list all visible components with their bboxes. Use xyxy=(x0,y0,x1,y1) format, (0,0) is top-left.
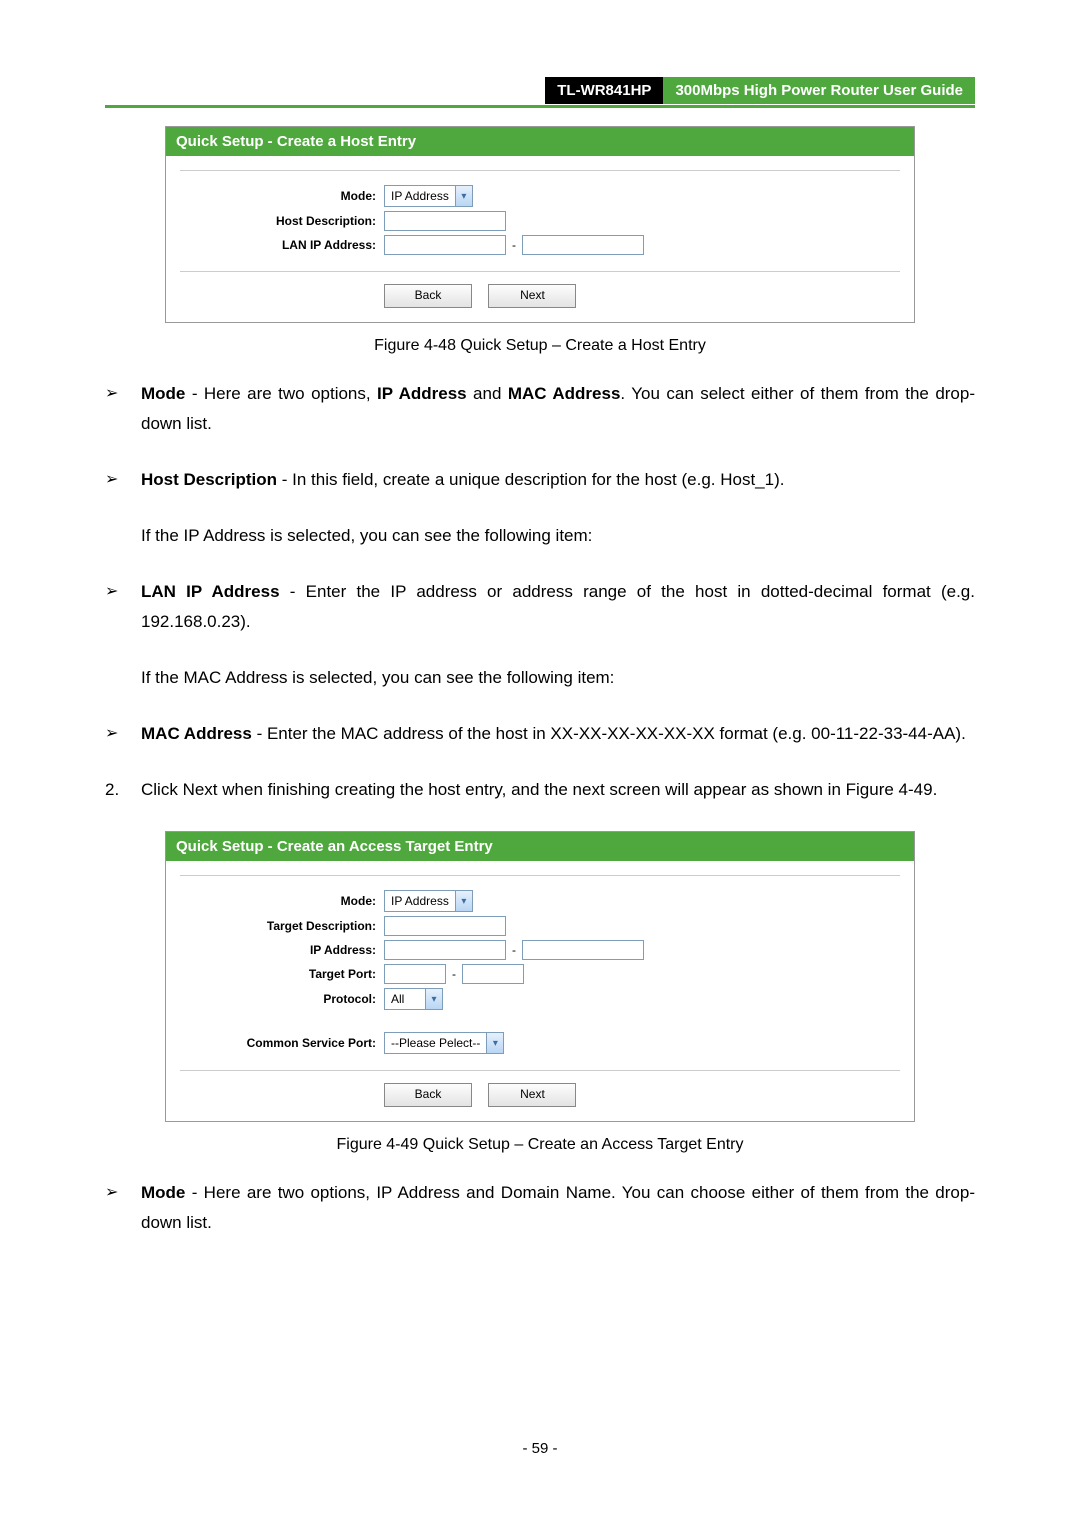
range-dash: - xyxy=(510,943,518,957)
panel-create-access-target-entry: Quick Setup - Create an Access Target En… xyxy=(165,831,915,1122)
bullet-mode-2: ➢ Mode - Here are two options, IP Addres… xyxy=(105,1178,975,1238)
bullet-mac-address: ➢ MAC Address - Enter the MAC address of… xyxy=(105,719,975,749)
step-number: 2. xyxy=(105,775,141,805)
bullet-icon: ➢ xyxy=(105,577,141,637)
next-button[interactable]: Next xyxy=(488,284,576,308)
para-if-mac-selected: If the MAC Address is selected, you can … xyxy=(141,663,975,693)
chevron-down-icon: ▾ xyxy=(425,989,442,1009)
bullet-icon: ➢ xyxy=(105,465,141,495)
panel-create-host-entry: Quick Setup - Create a Host Entry Mode: … xyxy=(165,126,915,323)
host-description-input[interactable] xyxy=(384,211,506,231)
panel1-title: Quick Setup - Create a Host Entry xyxy=(166,127,914,156)
label-common-service-port: Common Service Port: xyxy=(166,1036,384,1050)
chevron-down-icon: ▾ xyxy=(455,891,472,911)
label-target-description: Target Description: xyxy=(166,919,384,933)
page-header: TL-WR841HP 300Mbps High Power Router Use… xyxy=(105,75,975,108)
bullet-icon: ➢ xyxy=(105,379,141,439)
label-lan-ip: LAN IP Address: xyxy=(166,238,384,252)
header-subtitle: 300Mbps High Power Router User Guide xyxy=(663,77,975,104)
target-description-input[interactable] xyxy=(384,916,506,936)
label-host-description: Host Description: xyxy=(166,214,384,228)
figure-caption-4-48: Figure 4-48 Quick Setup – Create a Host … xyxy=(105,337,975,355)
mode-select-2[interactable]: IP Address ▾ xyxy=(384,890,473,912)
range-dash: - xyxy=(450,967,458,981)
label-target-port: Target Port: xyxy=(166,967,384,981)
ip-start-input[interactable] xyxy=(384,940,506,960)
back-button[interactable]: Back xyxy=(384,284,472,308)
mode-select-2-value: IP Address xyxy=(385,891,455,911)
divider xyxy=(180,170,900,171)
bullet-icon: ➢ xyxy=(105,719,141,749)
label-mode: Mode: xyxy=(166,189,384,203)
label-ip-address: IP Address: xyxy=(166,943,384,957)
next-button-2[interactable]: Next xyxy=(488,1083,576,1107)
back-button-2[interactable]: Back xyxy=(384,1083,472,1107)
lan-ip-start-input[interactable] xyxy=(384,235,506,255)
protocol-select[interactable]: All ▾ xyxy=(384,988,443,1010)
lan-ip-end-input[interactable] xyxy=(522,235,644,255)
common-service-port-select[interactable]: --Please Pelect-- ▾ xyxy=(384,1032,504,1054)
figure-caption-4-49: Figure 4-49 Quick Setup – Create an Acce… xyxy=(105,1136,975,1154)
port-start-input[interactable] xyxy=(384,964,446,984)
bullet-lan-ip-address: ➢ LAN IP Address - Enter the IP address … xyxy=(105,577,975,637)
divider xyxy=(180,271,900,272)
header-model: TL-WR841HP xyxy=(545,77,663,104)
mode-select-value: IP Address xyxy=(385,186,455,206)
divider xyxy=(180,875,900,876)
chevron-down-icon: ▾ xyxy=(455,186,472,206)
bullet-mode: ➢ Mode - Here are two options, IP Addres… xyxy=(105,379,975,439)
step-2: 2. Click Next when finishing creating th… xyxy=(105,775,975,805)
common-service-port-value: --Please Pelect-- xyxy=(385,1033,486,1053)
panel2-title: Quick Setup - Create an Access Target En… xyxy=(166,832,914,861)
para-if-ip-selected: If the IP Address is selected, you can s… xyxy=(141,521,975,551)
label-protocol: Protocol: xyxy=(166,992,384,1006)
protocol-select-value: All xyxy=(385,989,425,1009)
label-mode-2: Mode: xyxy=(166,894,384,908)
ip-end-input[interactable] xyxy=(522,940,644,960)
port-end-input[interactable] xyxy=(462,964,524,984)
page-number: - 59 - xyxy=(0,1440,1080,1457)
bullet-host-description: ➢ Host Description - In this field, crea… xyxy=(105,465,975,495)
mode-select[interactable]: IP Address ▾ xyxy=(384,185,473,207)
bullet-icon: ➢ xyxy=(105,1178,141,1238)
chevron-down-icon: ▾ xyxy=(486,1033,503,1053)
divider xyxy=(180,1070,900,1071)
range-dash: - xyxy=(510,238,518,252)
